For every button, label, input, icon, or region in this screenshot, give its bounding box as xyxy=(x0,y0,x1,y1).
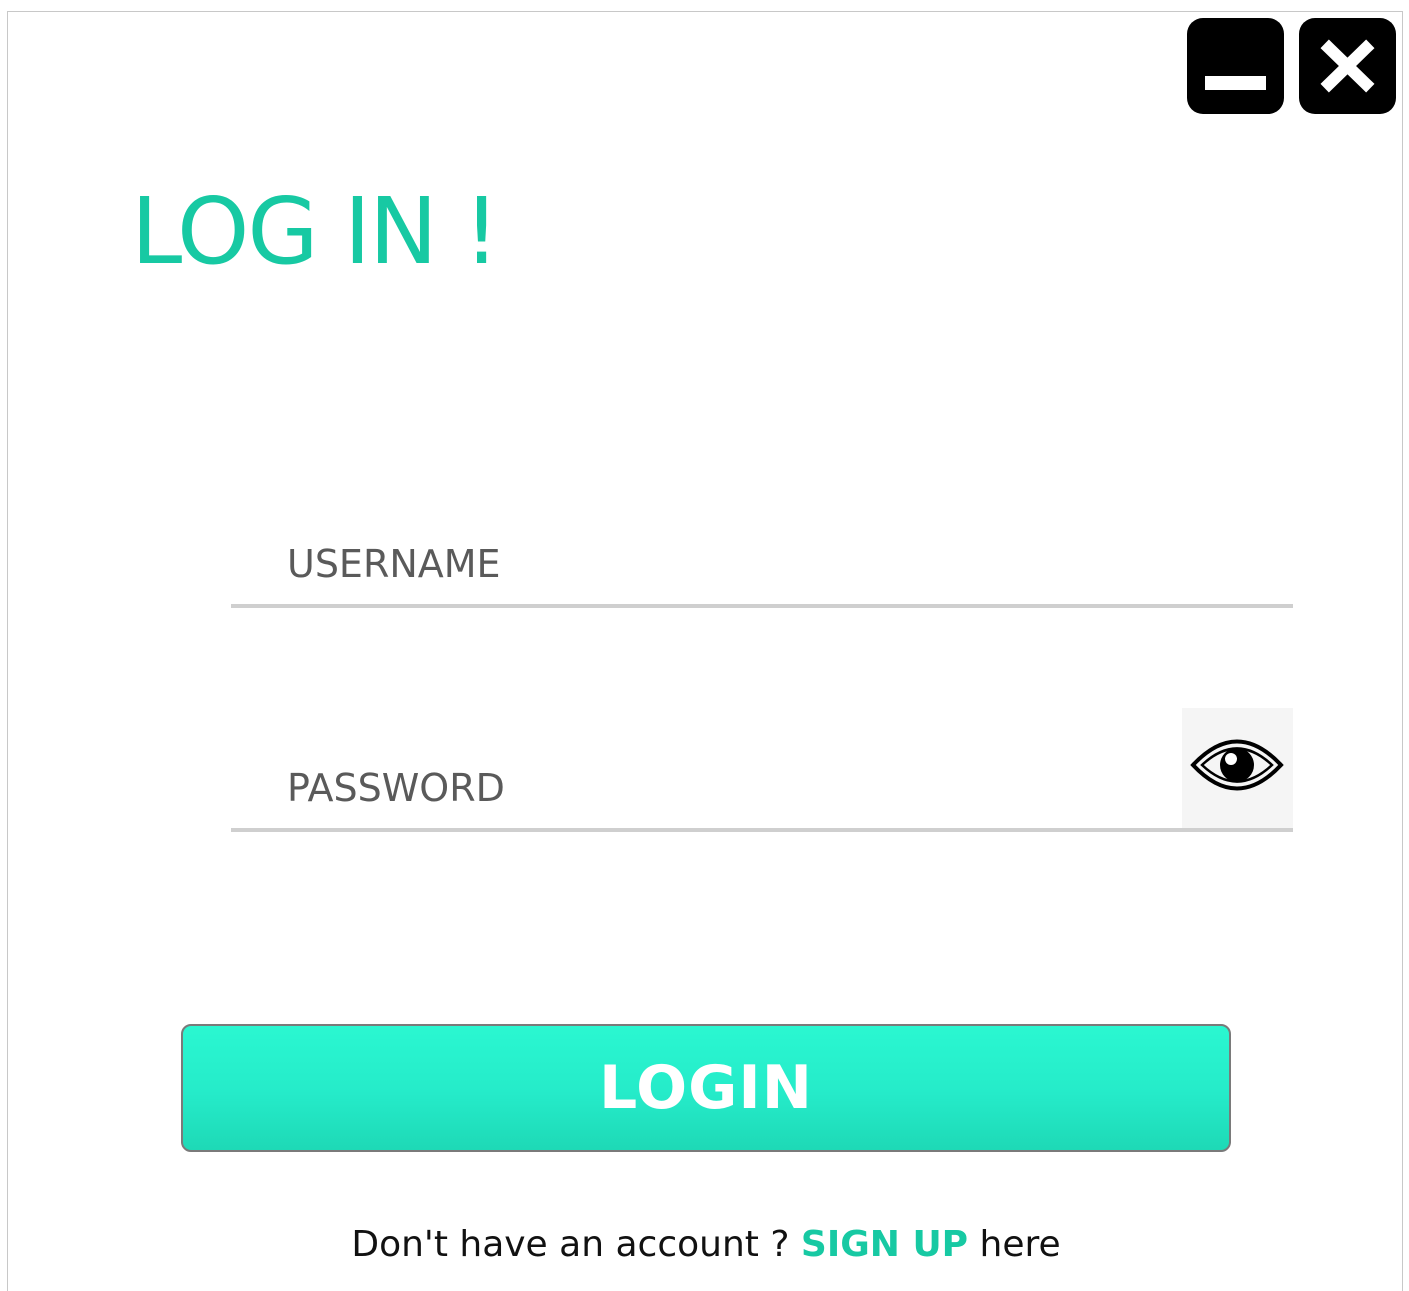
signup-prompt: Don't have an account ? SIGN UP here xyxy=(8,1224,1404,1265)
login-button[interactable]: LOGIN xyxy=(181,1024,1231,1152)
minimize-icon xyxy=(1205,76,1266,90)
username-field xyxy=(231,524,1293,608)
password-field xyxy=(231,708,1293,832)
close-icon xyxy=(1320,39,1375,93)
eye-icon xyxy=(1190,739,1284,791)
page-title: LOG IN ! xyxy=(131,178,500,285)
username-input[interactable] xyxy=(287,534,1167,594)
signup-suffix-text: here xyxy=(979,1224,1061,1265)
login-window: LOG IN ! LOGIN Don't have an account ? S… xyxy=(7,11,1403,1291)
password-input[interactable] xyxy=(287,758,1167,818)
signup-link[interactable]: SIGN UP xyxy=(801,1224,968,1265)
close-button[interactable] xyxy=(1299,18,1396,114)
show-password-toggle[interactable] xyxy=(1182,708,1293,828)
minimize-button[interactable] xyxy=(1187,18,1284,114)
signup-prompt-text: Don't have an account ? xyxy=(351,1224,790,1265)
